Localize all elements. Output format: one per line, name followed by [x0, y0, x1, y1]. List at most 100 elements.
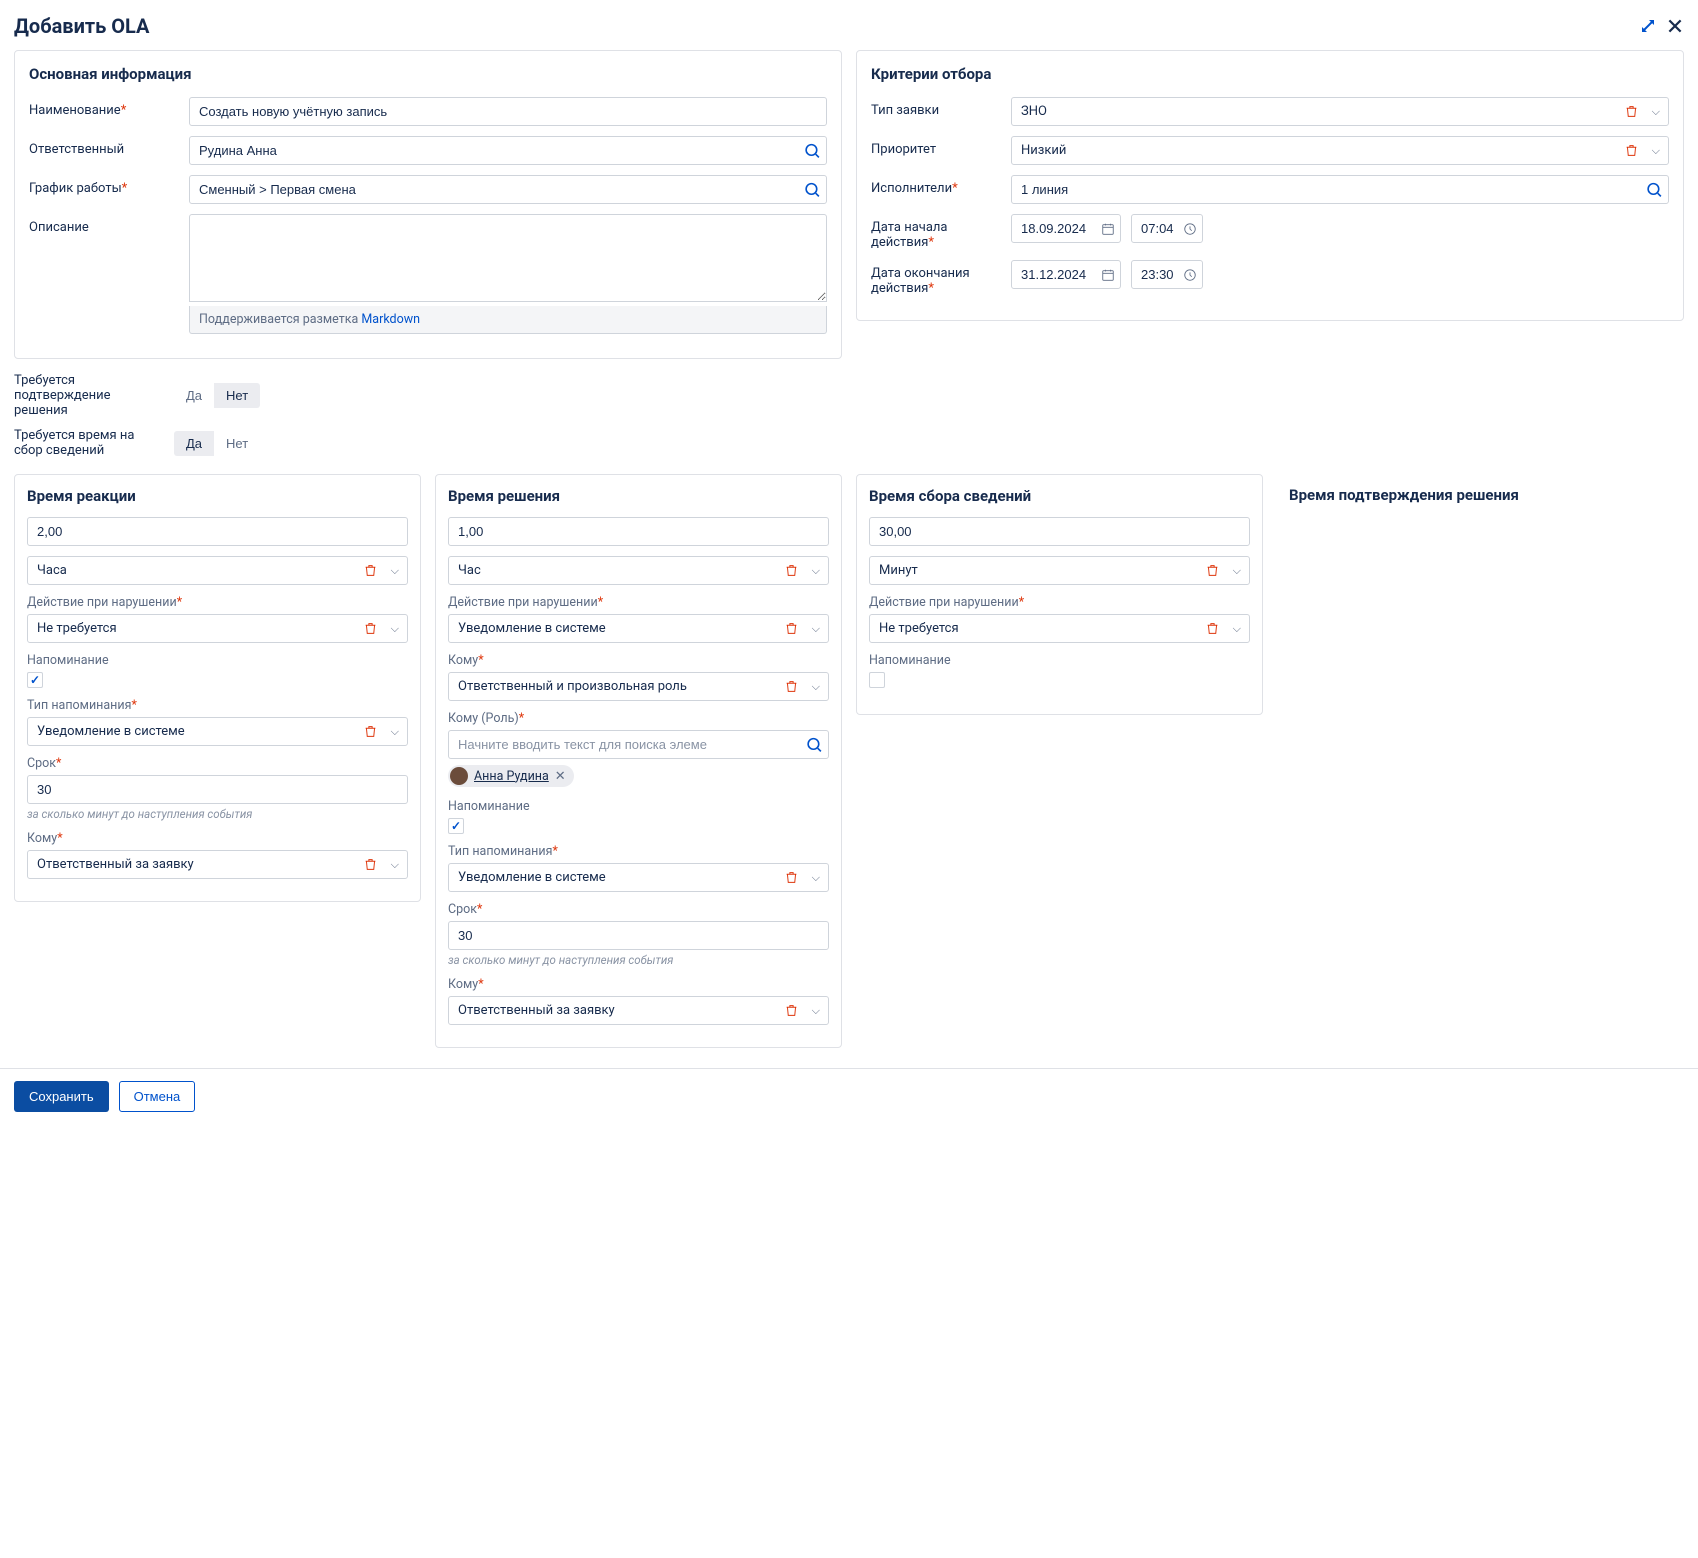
- chevron-down-icon[interactable]: ⌵: [804, 871, 828, 885]
- calendar-icon[interactable]: [1101, 268, 1115, 282]
- reaction-reminder-checkbox[interactable]: [27, 672, 43, 688]
- priority-select[interactable]: Низкий ⌵: [1011, 136, 1669, 165]
- whom-label: Кому*: [27, 831, 408, 846]
- reaction-reminder-type-select[interactable]: Уведомление в системе⌵: [27, 717, 408, 746]
- clock-icon[interactable]: [1183, 222, 1197, 236]
- confirm-yes-button[interactable]: Да: [174, 383, 214, 408]
- expand-icon[interactable]: [1640, 18, 1656, 34]
- confirm-no-button[interactable]: Нет: [214, 383, 260, 408]
- exec-label: Исполнители*: [871, 175, 1001, 196]
- term-hint: за сколько минут до наступления события: [448, 953, 829, 967]
- search-icon[interactable]: [804, 142, 821, 159]
- reaction-value-input[interactable]: [27, 517, 408, 546]
- confirm-label: Требуется подтверждение решения: [14, 373, 164, 418]
- trash-icon[interactable]: [1619, 105, 1644, 118]
- reaction-card: Время реакции Часа⌵ Действие при нарушен…: [14, 474, 421, 902]
- chevron-down-icon[interactable]: ⌵: [383, 858, 407, 872]
- type-select[interactable]: ЗНО ⌵: [1011, 97, 1669, 126]
- reaction-term-input[interactable]: [27, 775, 408, 804]
- whom-label: Кому*: [448, 653, 829, 668]
- violation-label: Действие при нарушении*: [869, 595, 1250, 610]
- resolution-reminder-type-select[interactable]: Уведомление в системе⌵: [448, 863, 829, 892]
- calendar-icon[interactable]: [1101, 222, 1115, 236]
- gather-card: Время сбора сведений Минут⌵ Действие при…: [856, 474, 1263, 715]
- resolution-value-input[interactable]: [448, 517, 829, 546]
- resolution-whom2-select[interactable]: Ответственный за заявку⌵: [448, 996, 829, 1025]
- cancel-button[interactable]: Отмена: [119, 1081, 196, 1112]
- footer: Сохранить Отмена: [0, 1068, 1698, 1124]
- markdown-hint: Поддерживается разметка Markdown: [189, 306, 827, 334]
- schedule-input[interactable]: [189, 175, 827, 204]
- chevron-down-icon[interactable]: ⌵: [1644, 105, 1668, 119]
- trash-icon[interactable]: [358, 725, 383, 738]
- resolution-whom-select[interactable]: Ответственный и произвольная роль⌵: [448, 672, 829, 701]
- section-title: Основная информация: [29, 65, 827, 83]
- chevron-down-icon[interactable]: ⌵: [1225, 622, 1249, 636]
- owner-input[interactable]: [189, 136, 827, 165]
- modal-header: Добавить OLA: [14, 10, 1684, 50]
- avatar: [450, 767, 468, 785]
- whom-label: Кому*: [448, 977, 829, 992]
- name-input[interactable]: [189, 97, 827, 126]
- gather-unit-select[interactable]: Минут⌵: [869, 556, 1250, 585]
- reminder-label: Напоминание: [27, 653, 408, 668]
- trash-icon[interactable]: [358, 858, 383, 871]
- trash-icon[interactable]: [779, 1004, 804, 1017]
- close-icon[interactable]: [1666, 17, 1684, 35]
- owner-label: Ответственный: [29, 136, 179, 157]
- trash-icon[interactable]: [779, 622, 804, 635]
- gather-no-button[interactable]: Нет: [214, 431, 260, 456]
- chevron-down-icon[interactable]: ⌵: [383, 725, 407, 739]
- chevron-down-icon[interactable]: ⌵: [804, 564, 828, 578]
- trash-icon[interactable]: [358, 622, 383, 635]
- reaction-whom-select[interactable]: Ответственный за заявку⌵: [27, 850, 408, 879]
- trash-icon[interactable]: [1200, 564, 1225, 577]
- resolution-card: Время решения Час⌵ Действие при нарушени…: [435, 474, 842, 1048]
- resolution-unit-select[interactable]: Час⌵: [448, 556, 829, 585]
- reaction-violation-select[interactable]: Не требуется⌵: [27, 614, 408, 643]
- role-chip: Анна Рудина ✕: [448, 765, 574, 787]
- save-button[interactable]: Сохранить: [14, 1081, 109, 1112]
- desc-label: Описание: [29, 214, 179, 235]
- executors-input[interactable]: [1011, 175, 1669, 204]
- trash-icon[interactable]: [779, 564, 804, 577]
- trash-icon[interactable]: [358, 564, 383, 577]
- gather-violation-select[interactable]: Не требуется⌵: [869, 614, 1250, 643]
- chevron-down-icon[interactable]: ⌵: [1225, 564, 1249, 578]
- violation-label: Действие при нарушении*: [448, 595, 829, 610]
- reminder-label: Напоминание: [448, 799, 829, 814]
- resolution-violation-select[interactable]: Уведомление в системе⌵: [448, 614, 829, 643]
- clock-icon[interactable]: [1183, 268, 1197, 282]
- markdown-link[interactable]: Markdown: [361, 312, 420, 327]
- description-textarea[interactable]: [189, 214, 827, 302]
- chevron-down-icon[interactable]: ⌵: [804, 680, 828, 694]
- trash-icon[interactable]: [1619, 144, 1644, 157]
- gather-reminder-checkbox[interactable]: [869, 672, 885, 688]
- trash-icon[interactable]: [1200, 622, 1225, 635]
- reminder-label: Напоминание: [869, 653, 1250, 668]
- chevron-down-icon[interactable]: ⌵: [383, 564, 407, 578]
- trash-icon[interactable]: [779, 871, 804, 884]
- reminder-type-label: Тип напоминания*: [27, 698, 408, 713]
- gather-yes-button[interactable]: Да: [174, 431, 214, 456]
- start-date-label: Дата начала действия*: [871, 214, 1001, 250]
- search-icon[interactable]: [804, 181, 821, 198]
- main-info-card: Основная информация Наименование* Ответс…: [14, 50, 842, 359]
- end-date-label: Дата окончания действия*: [871, 260, 1001, 296]
- gather-value-input[interactable]: [869, 517, 1250, 546]
- term-label: Срок*: [448, 902, 829, 917]
- search-icon[interactable]: [1646, 181, 1663, 198]
- chevron-down-icon[interactable]: ⌵: [1644, 144, 1668, 158]
- role-search-input[interactable]: [448, 730, 829, 759]
- term-hint: за сколько минут до наступления события: [27, 807, 408, 821]
- chevron-down-icon[interactable]: ⌵: [804, 1004, 828, 1018]
- type-label: Тип заявки: [871, 97, 1001, 118]
- chevron-down-icon[interactable]: ⌵: [383, 622, 407, 636]
- reaction-unit-select[interactable]: Часа⌵: [27, 556, 408, 585]
- resolution-reminder-checkbox[interactable]: [448, 818, 464, 834]
- trash-icon[interactable]: [779, 680, 804, 693]
- search-icon[interactable]: [806, 736, 823, 753]
- chip-remove-icon[interactable]: ✕: [555, 769, 566, 784]
- chevron-down-icon[interactable]: ⌵: [804, 622, 828, 636]
- resolution-term-input[interactable]: [448, 921, 829, 950]
